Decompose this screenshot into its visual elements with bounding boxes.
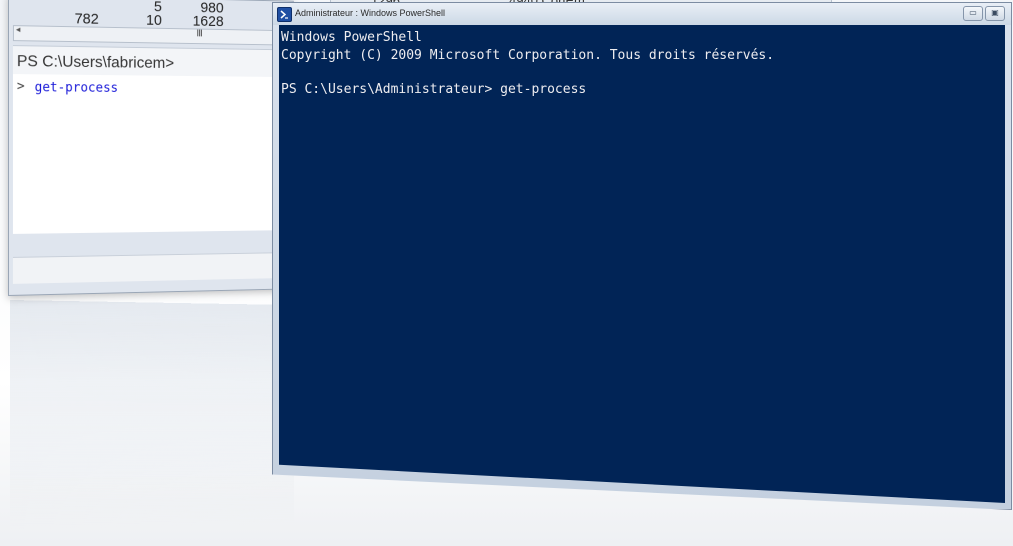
console-window[interactable]: Administrateur : Windows PowerShell ▭ ▣ … <box>272 2 1012 510</box>
ise-window[interactable]: 5 980 782 10 1628 ◂ III PS C:\Users\fabr… <box>8 0 294 296</box>
command-pane[interactable]: > get-process <box>12 74 290 234</box>
scroll-left-icon[interactable]: ◂ <box>16 25 20 35</box>
status-bar <box>12 252 290 284</box>
ise-prompt: PS C:\Users\fabricem> <box>16 53 175 72</box>
command-text[interactable]: get-process <box>35 80 118 96</box>
console-line: Copyright (C) 2009 Microsoft Corporation… <box>281 48 775 63</box>
window-title: Administrateur : Windows PowerShell <box>295 8 446 18</box>
console-line: Windows PowerShell <box>281 30 422 45</box>
horizontal-scrollbar[interactable]: ◂ III <box>12 25 290 46</box>
minimize-icon: ▭ <box>969 8 977 17</box>
restore-icon: ▣ <box>991 8 999 17</box>
command-caret: > <box>16 79 25 95</box>
output-pane-header: PS C:\Users\fabricem> <box>12 45 290 78</box>
powershell-icon[interactable] <box>277 7 292 22</box>
restore-button[interactable]: ▣ <box>985 6 1005 21</box>
window-reflection <box>10 300 294 530</box>
scroll-grip-icon[interactable]: III <box>196 29 201 40</box>
console-prompt-line[interactable]: PS C:\Users\Administrateur> get-process <box>281 82 586 97</box>
minimize-button[interactable]: ▭ <box>963 6 983 21</box>
title-bar[interactable]: Administrateur : Windows PowerShell ▭ ▣ <box>273 3 1011 25</box>
console-output[interactable]: Windows PowerShell Copyright (C) 2009 Mi… <box>279 25 1005 503</box>
